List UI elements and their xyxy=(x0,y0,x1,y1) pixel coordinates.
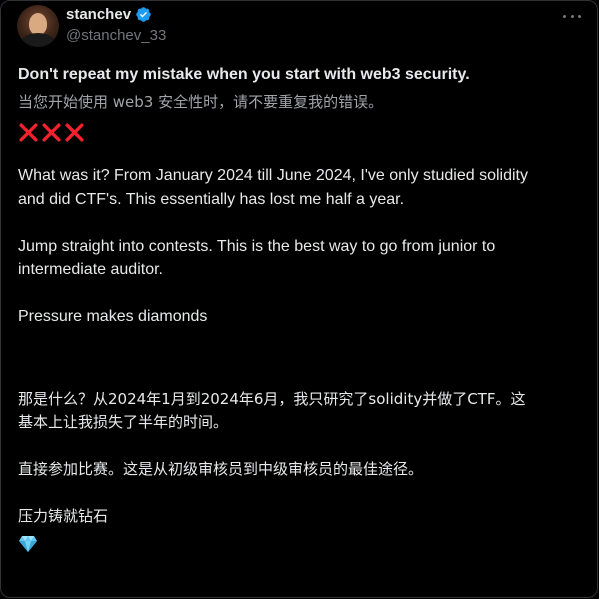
tweet-card: stanchev @stanchev_33 Don't repeat my mi… xyxy=(0,0,598,598)
avatar-cloak xyxy=(21,33,55,47)
more-options-icon[interactable] xyxy=(563,9,581,23)
paragraph-3: Pressure makes diamonds xyxy=(18,308,208,325)
zh-paragraph-3: 压力铸就钻石 xyxy=(18,507,109,525)
title-zh: 当您开始使用 web3 安全性时，请不要重复我的错误。 xyxy=(18,92,384,111)
paragraph-1-line-2: and did CTF's. This essentially has lost… xyxy=(18,190,405,208)
author-handle[interactable]: @stanchev_33 xyxy=(66,27,166,44)
cross-marks xyxy=(18,120,588,144)
author-name-row: stanchev xyxy=(66,6,152,23)
avatar[interactable] xyxy=(17,5,59,47)
cross-mark-icon xyxy=(42,122,61,142)
paragraph-2-line-1: Jump straight into contests. This is the… xyxy=(18,237,496,255)
avatar-face xyxy=(29,13,47,35)
paragraph-1-line-1: What was it? From January 2024 till June… xyxy=(18,167,528,184)
zh-paragraph-2: 直接参加比赛。这是从初级审核员到中级审核员的最佳途径。 xyxy=(18,460,424,478)
tweet-body: Don't repeat my mistake when you start w… xyxy=(18,63,588,557)
verified-badge-icon xyxy=(136,7,151,22)
zh-paragraph-1-line-2: 基本上让我损失了半年的时间。 xyxy=(18,413,229,431)
zh-paragraph-1-line-1: 那是什么？从2024年1月到2024年6月，我只研究了solidity并做了CT… xyxy=(18,389,526,408)
cross-mark-icon xyxy=(65,122,84,142)
author-display-name[interactable]: stanchev xyxy=(66,6,131,23)
title-en: Don't repeat my mistake when you start w… xyxy=(18,66,470,83)
cross-mark-icon xyxy=(19,122,38,142)
gem-stone-icon xyxy=(19,535,37,552)
paragraph-2-line-2: intermediate auditor. xyxy=(18,261,163,278)
